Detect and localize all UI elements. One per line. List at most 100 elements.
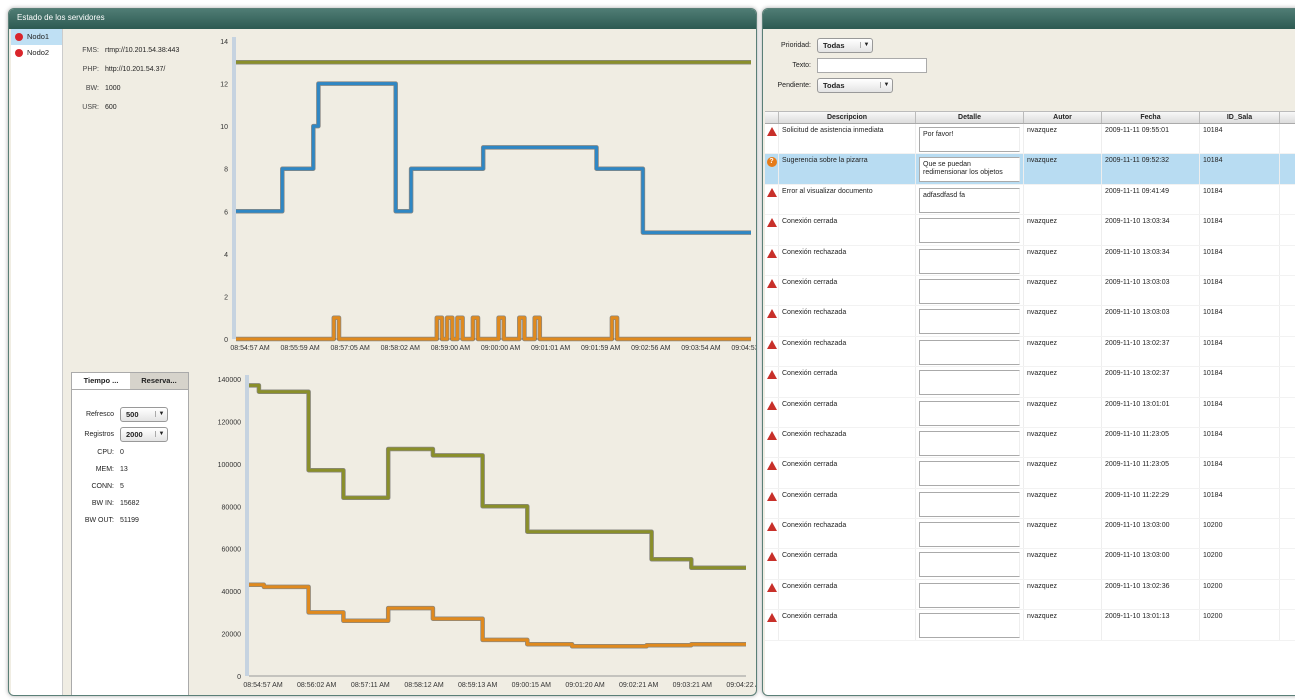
info-value: rtmp://10.201.54.38:443 [105, 47, 180, 54]
table-row[interactable]: Conexión rechazada nvazquez 2009-11-10 11:… [765, 427, 1295, 459]
cell-detalle [916, 367, 1024, 397]
registros-select[interactable]: 2000 ▼ [120, 426, 168, 442]
y-tick-label: 60000 [222, 547, 242, 554]
column-header-descripcion[interactable]: Descripcion [779, 112, 916, 123]
stat-key: MEM: [95, 466, 114, 473]
detalle-text[interactable] [919, 309, 1020, 335]
detalle-text[interactable]: Por favor! [919, 127, 1020, 152]
cell-descripcion: Conexión cerrada [779, 397, 916, 427]
x-tick-label: 08:59:00 AM [431, 345, 470, 352]
column-header-id-sala[interactable]: ID_Sala [1200, 112, 1280, 123]
cell-fecha: 2009-11-10 13:03:34 [1102, 245, 1200, 275]
detalle-text[interactable] [919, 248, 1020, 274]
detalle-text[interactable] [919, 370, 1020, 396]
cell-extra [1280, 458, 1295, 487]
cell-autor: nvazquez [1024, 154, 1102, 184]
warning-icon [766, 278, 777, 288]
info-key: PHP: [82, 66, 99, 73]
table-row[interactable]: Conexión cerrada nvazquez 2009-11-10 13:02… [765, 579, 1295, 611]
detalle-text[interactable] [919, 430, 1020, 456]
cell-fecha: 2009-11-10 13:02:37 [1102, 367, 1200, 397]
detalle-text[interactable] [919, 278, 1020, 304]
detalle-text[interactable] [919, 461, 1020, 487]
table-row[interactable]: Conexión rechazada nvazquez 2009-11-10 13:… [765, 336, 1295, 368]
table-row[interactable]: Conexión cerrada nvazquez 2009-11-10 13:01… [765, 397, 1295, 428]
column-header-autor[interactable]: Autor [1024, 112, 1102, 123]
cell-id-sala: 10200 [1200, 610, 1280, 640]
status-red-icon [15, 33, 23, 41]
table-row[interactable]: ? Sugerencia sobre la pizarra Que se pueda… [765, 154, 1295, 185]
row-icon-cell [765, 579, 779, 610]
x-tick-label: 08:55:59 AM [280, 345, 319, 352]
cell-autor: nvazquez [1024, 610, 1102, 640]
x-tick-label: 08:58:12 AM [404, 682, 443, 689]
warning-icon [766, 187, 777, 197]
table-row[interactable]: Solicitud de asistencia inmediata Por fav… [765, 124, 1295, 155]
x-tick-label: 08:54:57 AM [230, 345, 269, 352]
table-row[interactable]: Conexión cerrada nvazquez 2009-11-10 13:03… [765, 275, 1295, 307]
node-item-2[interactable]: Nodo2 [11, 45, 62, 61]
server-status-window: Estado de los servidores Nodo1 Nodo2 FMS… [8, 8, 757, 696]
table-row[interactable]: Conexión cerrada nvazquez 2009-11-10 11:22… [765, 488, 1295, 520]
x-tick-label: 09:00:00 AM [481, 345, 520, 352]
cell-extra [1280, 337, 1295, 366]
column-header-detalle[interactable]: Detalle [916, 112, 1024, 123]
warning-icon [766, 582, 777, 592]
column-header-fecha[interactable]: Fecha [1102, 112, 1200, 123]
cell-fecha: 2009-11-10 13:01:13 [1102, 610, 1200, 640]
cell-id-sala: 10184 [1200, 245, 1280, 275]
y-tick-label: 4 [224, 252, 228, 259]
tab-tiempo[interactable]: Tiempo ... [72, 373, 130, 389]
row-icon-cell [765, 427, 779, 458]
detalle-text[interactable]: adfasdfasd fa [919, 187, 1020, 213]
detalle-text[interactable] [919, 400, 1020, 426]
cell-id-sala: 10184 [1200, 367, 1280, 397]
series-shadow [249, 582, 746, 649]
cell-id-sala: 10184 [1200, 215, 1280, 245]
texto-input[interactable] [817, 57, 927, 73]
table-row[interactable]: Conexión cerrada nvazquez 2009-11-10 13:03… [765, 215, 1295, 246]
table-row[interactable]: Conexión cerrada nvazquez 2009-11-10 13:02… [765, 367, 1295, 398]
cell-fecha: 2009-11-11 09:52:32 [1102, 154, 1200, 184]
cell-descripcion: Conexión rechazada [779, 519, 916, 549]
tab-reserva[interactable]: Reserva... [130, 373, 188, 389]
table-row[interactable]: Conexión cerrada nvazquez 2009-11-10 11:23… [765, 458, 1295, 489]
detalle-text[interactable] [919, 522, 1020, 548]
detalle-text[interactable] [919, 613, 1020, 639]
texto-label: Texto: [792, 61, 811, 69]
cell-autor: nvazquez [1024, 367, 1102, 397]
detalle-text[interactable] [919, 218, 1020, 244]
y-tick-label: 8 [224, 167, 228, 174]
table-row[interactable]: Conexión rechazada nvazquez 2009-11-10 13:… [765, 306, 1295, 337]
node-item-1[interactable]: Nodo1 [11, 29, 62, 45]
cell-descripcion: Error al visualizar documento [779, 184, 916, 215]
x-tick-label: 09:02:56 AM [631, 345, 670, 352]
table-row[interactable]: Conexión cerrada nvazquez 2009-11-10 13:03… [765, 549, 1295, 580]
refresco-select[interactable]: 500 ▼ [120, 406, 168, 422]
x-tick-label: 08:54:57 AM [243, 682, 282, 689]
detalle-text[interactable]: Que se puedan redimensionar los objetos [919, 157, 1020, 183]
table-row[interactable]: Conexión cerrada nvazquez 2009-11-10 13:01… [765, 610, 1295, 641]
table-body: Solicitud de asistencia inmediata Por fav… [765, 124, 1295, 641]
detalle-text[interactable] [919, 582, 1020, 608]
table-row[interactable]: Conexión rechazada nvazquez 2009-11-10 13:… [765, 519, 1295, 550]
cell-descripcion: Conexión cerrada [779, 610, 916, 640]
warning-icon [766, 218, 777, 228]
detalle-text[interactable] [919, 339, 1020, 365]
cell-id-sala: 10200 [1200, 549, 1280, 579]
cell-fecha: 2009-11-10 13:03:00 [1102, 549, 1200, 579]
pendiente-label: Pendiente: [777, 81, 811, 89]
cell-extra [1280, 276, 1295, 305]
window-title: Estado de los servidores [9, 9, 756, 29]
cell-fecha: 2009-11-10 13:03:00 [1102, 519, 1200, 549]
pendiente-select[interactable]: Todas ▼ [817, 77, 893, 93]
table-row[interactable]: Conexión rechazada nvazquez 2009-11-10 13:… [765, 245, 1295, 276]
question-icon: ? [766, 157, 777, 168]
table-row[interactable]: Error al visualizar documento adfasdfasd … [765, 184, 1295, 216]
row-icon-cell [765, 367, 779, 397]
cell-descripcion: Conexión rechazada [779, 245, 916, 275]
prioridad-select[interactable]: Todas ▼ [817, 37, 873, 53]
detalle-text[interactable] [919, 491, 1020, 517]
cell-id-sala: 10200 [1200, 519, 1280, 549]
detalle-text[interactable] [919, 552, 1020, 578]
